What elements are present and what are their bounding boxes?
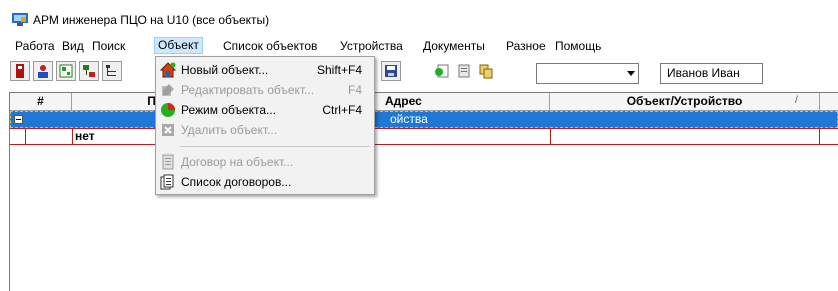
document-icon	[458, 64, 470, 78]
house-add-icon	[160, 62, 176, 78]
menu-rabota[interactable]: Работа	[12, 38, 58, 55]
network-icon	[83, 65, 95, 77]
network-button[interactable]	[79, 61, 99, 81]
menu-item-shortcut: Ctrl+F4	[322, 103, 362, 117]
menu-item-object-mode[interactable]: Режим объекта... Ctrl+F4	[156, 100, 374, 120]
menu-item-label: Список договоров...	[181, 175, 292, 189]
menu-bar: Работа Вид Поиск Объект Список объектов …	[0, 37, 838, 56]
add-doc-button[interactable]	[432, 61, 452, 81]
menu-item-shortcut: F4	[347, 83, 362, 97]
menu-item-label: Редактировать объект...	[181, 83, 315, 97]
menu-item-label: Новый объект...	[181, 63, 269, 77]
toolbar: Иванов Иван	[0, 57, 838, 87]
menu-obekt[interactable]: Объект	[154, 37, 203, 54]
tree-button[interactable]	[102, 61, 122, 81]
floppy-icon	[385, 65, 397, 77]
menu-item-contracts-list[interactable]: Список договоров...	[156, 172, 374, 192]
column-header-object[interactable]: Объект/Устройство	[550, 93, 820, 110]
chevron-down-icon[interactable]	[627, 71, 635, 76]
current-user-field: Иванов Иван	[660, 63, 763, 84]
grid-icon	[59, 64, 73, 78]
menu-item-delete-object[interactable]: Удалить объект...	[156, 120, 374, 140]
window-title: АРМ инженера ПЦО на U10 (все объекты)	[33, 13, 270, 27]
row-divider	[25, 129, 26, 144]
grid-header: # Пул Адрес Объект/Устройство /	[10, 93, 838, 111]
contracts-list-icon	[160, 174, 174, 190]
menu-item-label: Удалить объект...	[181, 123, 278, 137]
menu-separator	[180, 146, 370, 147]
exit-button[interactable]	[10, 61, 30, 81]
row-divider	[72, 129, 73, 144]
doc-button[interactable]	[454, 61, 474, 81]
row-divider	[819, 129, 820, 144]
users-button[interactable]	[33, 61, 53, 81]
menu-item-new-object[interactable]: Новый объект... Shift+F4	[156, 60, 374, 80]
status-circle-icon	[161, 103, 175, 117]
table-row[interactable]: нет	[10, 128, 838, 145]
menu-item-edit-object[interactable]: Редактировать объект... F4	[156, 80, 374, 100]
menu-vid[interactable]: Вид	[59, 38, 87, 55]
console-cell: нет	[75, 129, 95, 143]
exit-icon	[16, 64, 24, 78]
copy-icon	[479, 64, 493, 79]
filter-combobox[interactable]	[536, 63, 639, 84]
add-doc-icon	[435, 64, 449, 78]
menu-pomosch[interactable]: Помощь	[552, 38, 604, 55]
app-icon	[12, 13, 28, 26]
copy-button[interactable]	[476, 61, 496, 81]
menu-raznoe[interactable]: Разное	[503, 38, 549, 55]
menu-item-shortcut: Shift+F4	[316, 63, 362, 77]
objects-grid: # Пул Адрес Объект/Устройство / ойства н…	[9, 92, 838, 291]
contract-icon	[162, 154, 174, 170]
save-button[interactable]	[381, 61, 401, 81]
menu-poisk[interactable]: Поиск	[89, 38, 128, 55]
column-header-number[interactable]: #	[10, 93, 72, 110]
title-bar: АРМ инженера ПЦО на U10 (все объекты)	[0, 0, 838, 34]
table-row[interactable]: ойства	[10, 111, 838, 128]
delete-icon	[162, 124, 174, 136]
menu-item-contract-object[interactable]: Договор на объект...	[156, 152, 374, 172]
collapse-toggle-icon[interactable]	[14, 115, 23, 124]
menu-ustroystva[interactable]: Устройства	[337, 38, 406, 55]
tree-icon	[106, 65, 116, 76]
sort-indicator-icon: /	[795, 95, 798, 106]
menu-dokumenty[interactable]: Документы	[420, 38, 488, 55]
row-divider	[550, 129, 551, 144]
object-menu-dropdown: Новый объект... Shift+F4 Редактировать о…	[155, 56, 375, 195]
address-cell: ойства	[390, 112, 428, 126]
grid-button[interactable]	[56, 61, 76, 81]
menu-spisok-obektov[interactable]: Список объектов	[220, 38, 320, 55]
edit-object-icon	[162, 84, 174, 96]
menu-item-label: Режим объекта...	[181, 103, 277, 117]
column-header-address[interactable]: Адрес	[375, 93, 550, 110]
users-icon	[38, 65, 48, 78]
menu-item-label: Договор на объект...	[181, 155, 294, 169]
